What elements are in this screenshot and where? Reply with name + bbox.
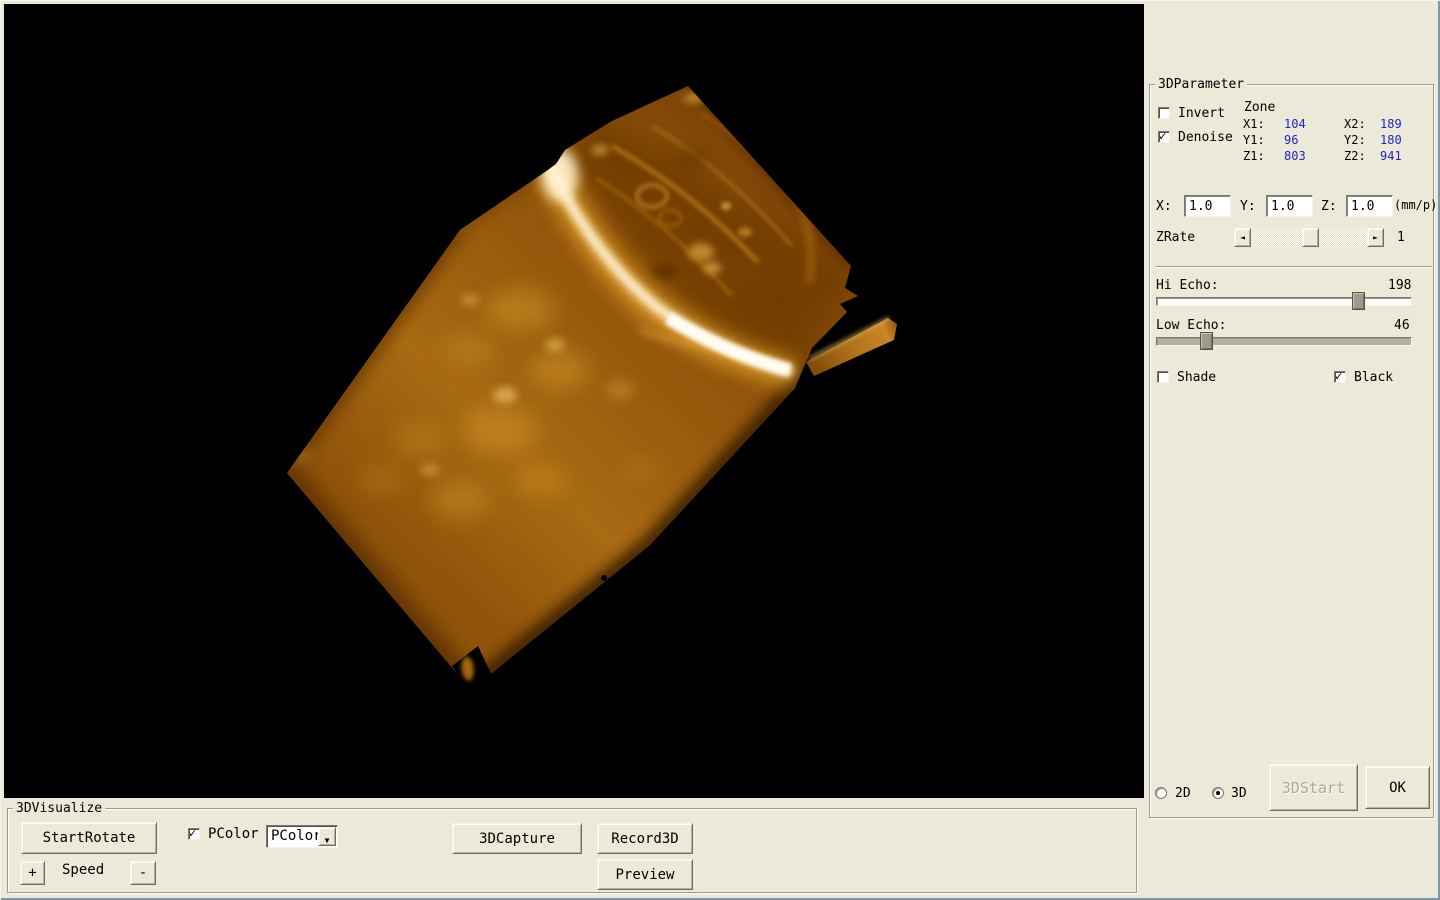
ok-button[interactable]: OK [1365,766,1430,809]
view-3d-radio[interactable] [1212,787,1224,799]
zone-title: Zone [1244,100,1275,115]
radio-dot-icon [1216,791,1220,795]
visualize-group-title: 3DVisualize [13,801,105,816]
low-echo-slider[interactable] [1156,332,1412,350]
zone-x1-value: 104 [1284,117,1306,132]
zone-y2-value: 180 [1380,133,1402,148]
hi-echo-slider[interactable] [1156,292,1412,310]
black-label: Black [1354,370,1393,385]
zone-z2-label: Z2: [1344,149,1366,164]
z-scale-label: Z: [1321,199,1337,214]
zone-x2-value: 189 [1380,117,1402,132]
zrate-right-arrow-button[interactable]: ► [1367,228,1384,247]
pcolor-combo-value: PColor [271,828,322,844]
zrate-thumb[interactable] [1302,228,1319,247]
preview-button[interactable]: Preview [597,859,693,890]
record-3d-button[interactable]: Record3D [597,823,693,854]
separator-line [1156,266,1432,268]
ultrasound-volume [4,4,1144,798]
low-echo-value: 46 [1394,318,1410,333]
speed-plus-button[interactable]: + [20,861,45,885]
hi-echo-value: 198 [1388,278,1411,293]
zone-y1-label: Y1: [1243,133,1265,148]
zone-z2-value: 941 [1380,149,1402,164]
capture-3d-button[interactable]: 3DCapture [452,823,582,854]
pcolor-combo-dropdown-button[interactable]: ▼ [318,827,336,846]
black-checkbox[interactable]: ✓ [1334,371,1346,383]
low-echo-label: Low Echo: [1156,318,1226,333]
shade-label: Shade [1177,370,1216,385]
speed-label: Speed [62,863,104,878]
zone-y1-value: 96 [1284,133,1298,148]
start-rotate-button[interactable]: StartRotate [21,822,157,854]
y-scale-input[interactable] [1266,195,1313,217]
zrate-scrollbar[interactable]: ◄ ► [1234,228,1384,247]
scale-unit-label: (mm/p) [1394,198,1437,213]
hi-echo-thumb[interactable] [1352,292,1365,310]
arrow-left-icon: ◄ [1240,233,1245,242]
zrate-label: ZRate [1156,230,1195,245]
invert-checkbox[interactable] [1158,107,1170,119]
y-scale-label: Y: [1240,199,1256,214]
render-viewport[interactable] [4,4,1144,798]
shade-checkbox[interactable] [1157,371,1169,383]
x-scale-label: X: [1156,199,1172,214]
zrate-left-arrow-button[interactable]: ◄ [1234,228,1251,247]
application-window: 3DParameter Invert ✓ Denoise Zone X1: 10… [0,0,1440,900]
checkmark-icon: ✓ [189,826,196,840]
arrow-right-icon: ► [1373,233,1378,242]
zrate-value: 1 [1397,230,1405,245]
start3d-button[interactable]: 3DStart [1269,764,1358,811]
zone-x1-label: X1: [1243,117,1265,132]
view-2d-label: 2D [1175,786,1191,801]
low-echo-thumb[interactable] [1200,332,1213,350]
zone-y2-label: Y2: [1344,133,1366,148]
pcolor-label: PColor [208,827,259,842]
hi-echo-track[interactable] [1156,297,1412,306]
hi-echo-label: Hi Echo: [1156,278,1219,293]
zone-x2-label: X2: [1344,117,1366,132]
checkmark-icon: ✓ [1335,369,1342,383]
chevron-down-icon: ▼ [325,836,330,845]
zone-z1-label: Z1: [1243,149,1265,164]
zone-z1-value: 803 [1284,149,1306,164]
pcolor-checkbox[interactable]: ✓ [188,828,200,840]
denoise-label: Denoise [1178,130,1233,145]
invert-label: Invert [1178,106,1225,121]
denoise-checkbox[interactable]: ✓ [1158,131,1170,143]
view-2d-radio[interactable] [1155,787,1167,799]
speed-minus-button[interactable]: - [130,861,156,885]
low-echo-track[interactable] [1156,337,1412,346]
checkmark-icon: ✓ [1159,129,1166,143]
x-scale-input[interactable] [1184,195,1231,217]
pcolor-combobox[interactable]: PColor ▼ [266,825,338,848]
view-3d-label: 3D [1231,786,1247,801]
parameter-group-title: 3DParameter [1155,77,1247,92]
z-scale-input[interactable] [1346,195,1393,217]
